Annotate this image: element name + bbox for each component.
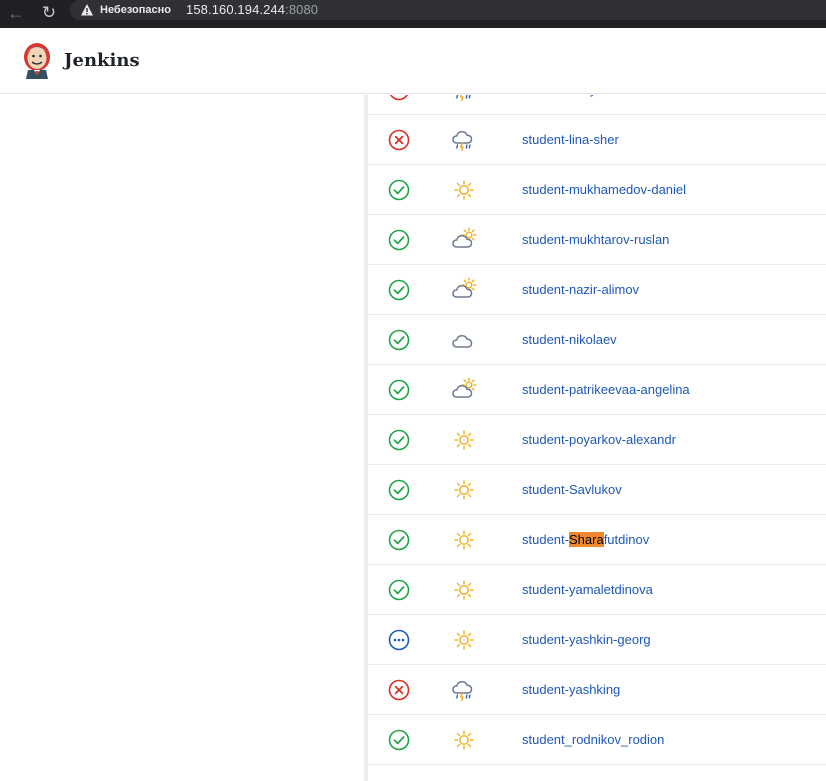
- success-status-icon: [388, 579, 410, 601]
- success-status-icon: [388, 429, 410, 451]
- sunny-weather-icon: [454, 480, 474, 500]
- failure-status-icon: [388, 129, 410, 151]
- storm-weather-icon: [452, 131, 473, 152]
- url-port: :8080: [285, 2, 319, 17]
- job-row[interactable]: student-poyarkov-alexandr: [368, 415, 826, 465]
- job-row[interactable]: student_rodnikov_rodion: [368, 715, 826, 765]
- job-link[interactable]: student-Sharafutdinov: [522, 531, 649, 549]
- job-name-part: student_rodnikov_rodion: [522, 732, 665, 747]
- partly-cloudy-weather-icon: [452, 227, 477, 248]
- running-status-icon: [388, 629, 410, 651]
- job-row[interactable]: student-yashking: [368, 665, 826, 715]
- reload-icon[interactable]: ↻: [38, 2, 60, 24]
- job-link[interactable]: student-khaymuh: [522, 95, 622, 99]
- job-link[interactable]: student-yashking: [522, 681, 620, 699]
- url-text[interactable]: 158.160.194.244:8080: [186, 2, 318, 17]
- success-status-icon: [388, 529, 410, 551]
- failure-status-icon: [389, 95, 409, 101]
- brand-title[interactable]: Jenkins: [64, 50, 140, 71]
- job-row[interactable]: student-mukhtarov-ruslan: [368, 215, 826, 265]
- job-name-part: student-Savlukov: [522, 482, 622, 497]
- job-name-part: futdinov: [603, 532, 650, 547]
- job-name-part: student-patrikeevaa-angelina: [522, 382, 690, 397]
- job-link[interactable]: student-patrikeevaa-angelina: [522, 381, 690, 399]
- success-status-icon: [388, 229, 410, 251]
- job-row[interactable]: student-yashkin-georg: [368, 615, 826, 665]
- job-link[interactable]: student-mukhamedov-daniel: [522, 181, 686, 199]
- job-name-part: student-yashkin-georg: [522, 632, 651, 647]
- job-row[interactable]: student-patrikeevaa-angelina: [368, 365, 826, 415]
- success-status-icon: [388, 479, 410, 501]
- insecure-label[interactable]: Небезопасно: [100, 3, 171, 17]
- success-status-icon: [388, 329, 410, 351]
- job-link[interactable]: student-Savlukov: [522, 481, 622, 499]
- storm-weather-icon: [456, 95, 471, 102]
- address-bar[interactable]: [70, 0, 826, 20]
- sunny-weather-icon: [454, 530, 474, 550]
- job-name-part: student-lina-sher: [522, 132, 619, 147]
- failure-status-icon: [388, 679, 410, 701]
- back-arrow-icon[interactable]: ←: [5, 2, 27, 24]
- partly-cloudy-weather-icon: [452, 377, 477, 398]
- job-name-part: student-poyarkov-alexandr: [522, 432, 676, 447]
- job-name-part: student-mukhamedov-daniel: [522, 182, 687, 197]
- job-link[interactable]: student-poyarkov-alexandr: [522, 431, 676, 449]
- job-name-part: student-mukhtarov-ruslan: [522, 232, 670, 247]
- partly-cloudy-weather-icon: [452, 277, 477, 298]
- job-link[interactable]: student-lina-sher: [522, 131, 619, 149]
- sunny-weather-icon: [454, 630, 474, 650]
- url-host: 158.160.194.244: [186, 2, 286, 17]
- job-row[interactable]: student-Savlukov: [368, 465, 826, 515]
- job-name-part: student-nikolaev: [522, 332, 617, 347]
- job-link[interactable]: student-mukhtarov-ruslan: [522, 231, 669, 249]
- side-panel: [0, 95, 364, 781]
- storm-weather-icon: [452, 681, 473, 702]
- job-row[interactable]: student-yamaletdinova: [368, 565, 826, 615]
- sunny-weather-icon: [454, 580, 474, 600]
- sunny-weather-icon: [454, 730, 474, 750]
- jenkins-header: Jenkins: [0, 28, 826, 94]
- job-link[interactable]: student-yashkin-georg: [522, 631, 651, 649]
- success-status-icon: [388, 179, 410, 201]
- browser-chrome: ← ↻ Небезопасно 158.160.194.244:8080: [0, 0, 826, 28]
- job-name-part: student-yamaletdinova: [522, 582, 653, 597]
- job-name-part: student-: [522, 532, 569, 547]
- cloudy-weather-icon: [452, 335, 473, 348]
- job-row[interactable]: student-Sharafutdinov: [368, 515, 826, 565]
- job-name-part: student-yashking: [522, 682, 621, 697]
- job-row[interactable]: student-mukhamedov-daniel: [368, 165, 826, 215]
- job-row[interactable]: student-khaymuh: [368, 95, 826, 115]
- job-link[interactable]: student-nazir-alimov: [522, 281, 639, 299]
- search-highlight: Shara: [568, 532, 604, 547]
- job-link[interactable]: student-nikolaev: [522, 331, 617, 349]
- job-row[interactable]: student-lina-sher: [368, 115, 826, 165]
- success-status-icon: [388, 729, 410, 751]
- success-status-icon: [388, 379, 410, 401]
- jenkins-logo-icon[interactable]: [22, 42, 52, 80]
- warning-icon[interactable]: [80, 3, 94, 17]
- job-name-part: student-khaymuh: [522, 95, 622, 97]
- sunny-weather-icon: [454, 430, 474, 450]
- job-row[interactable]: student-nikolaev: [368, 315, 826, 365]
- job-link[interactable]: student_rodnikov_rodion: [522, 731, 664, 749]
- success-status-icon: [388, 279, 410, 301]
- job-link[interactable]: student-yamaletdinova: [522, 581, 653, 599]
- sunny-weather-icon: [454, 180, 474, 200]
- job-name-part: student-nazir-alimov: [522, 282, 640, 297]
- job-row[interactable]: student-nazir-alimov: [368, 265, 826, 315]
- job-list: student-khaymuh student-lina-sher student-…: [368, 95, 826, 781]
